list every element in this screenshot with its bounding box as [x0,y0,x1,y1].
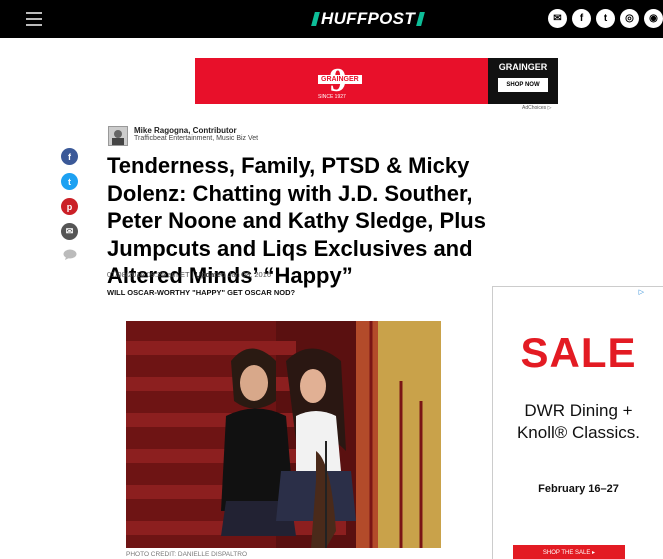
top-banner-ad[interactable]: 9 GRAINGER SINCE 1927 GRAINGER SHOP NOW [195,58,558,104]
twitter-icon[interactable]: t [596,9,615,28]
adchoices-icon[interactable]: ▷ [639,288,644,296]
ad-tagline-line2: Knoll® Classics. [516,423,641,442]
social-links: ✉ f t ◎ ◉ [548,9,663,28]
hamburger-icon[interactable] [26,12,42,26]
facebook-icon[interactable]: f [61,148,78,165]
ad-brand-panel: GRAINGER SHOP NOW [488,58,558,104]
article-dateline: 01/08/2016 09:25 am ET | Updated Jan 08,… [107,270,271,279]
updated-label: Updated [195,270,226,279]
logo-bar-right [416,12,425,26]
huffpost-logo[interactable]: HUFFPOST [311,9,425,29]
author-avatar[interactable] [108,126,128,146]
author-bio: Trafficbeat Entertainment, Music Biz Vet [134,135,259,142]
article-subhead: WILL OSCAR-WORTHY "HAPPY" GET OSCAR NOD? [107,288,296,297]
ad-tagline: DWR Dining + Knoll® Classics. [493,400,663,444]
photo-credit: PHOTO CREDIT: DANIELLE DISPALTRO [126,551,247,558]
adchoices-link[interactable]: AdChoices ▷ [522,105,551,111]
ad-since-text: SINCE 1927 [318,94,346,100]
twitter-icon[interactable]: t [61,173,78,190]
ad-sale-text: SALE [520,329,637,376]
comment-icon[interactable] [61,248,78,260]
logo-bar-left [311,12,320,26]
updated-date: Jan 08, 2016 [225,270,272,279]
instagram-icon[interactable]: ◎ [620,9,639,28]
email-icon[interactable]: ✉ [61,223,78,240]
share-bar: f t p ✉ [61,148,78,268]
ad-tagline-line1: DWR Dining + [524,401,633,420]
pinterest-icon[interactable]: p [61,198,78,215]
ad-anniversary-mark: 9 GRAINGER SINCE 1927 [308,61,368,101]
ad-dates: February 16–27 [538,483,619,495]
publish-date: 01/08/2016 09:25 am ET | [107,270,196,279]
ad-grainger-badge: GRAINGER [318,75,362,84]
ad-shop-now-button[interactable]: SHOP NOW [498,78,548,92]
article-photo[interactable] [126,321,441,548]
side-ad[interactable]: ▷ SALE DWR Dining + Knoll® Classics. Feb… [492,286,663,559]
author-name[interactable]: Mike Ragogna, Contributor [134,126,258,135]
snapchat-icon[interactable]: ◉ [644,9,663,28]
ad-shop-sale-button[interactable]: SHOP THE SALE ▸ [513,545,625,559]
article-headline: Tenderness, Family, PTSD & Micky Dolenz:… [107,153,486,288]
email-icon[interactable]: ✉ [548,9,567,28]
logo-text: HUFFPOST [321,9,416,28]
ad-brand-name: GRAINGER [498,62,548,72]
author-byline: Mike Ragogna, Contributor Trafficbeat En… [108,126,258,146]
facebook-icon[interactable]: f [572,9,591,28]
top-navigation-bar: HUFFPOST ✉ f t ◎ ◉ [0,0,663,38]
